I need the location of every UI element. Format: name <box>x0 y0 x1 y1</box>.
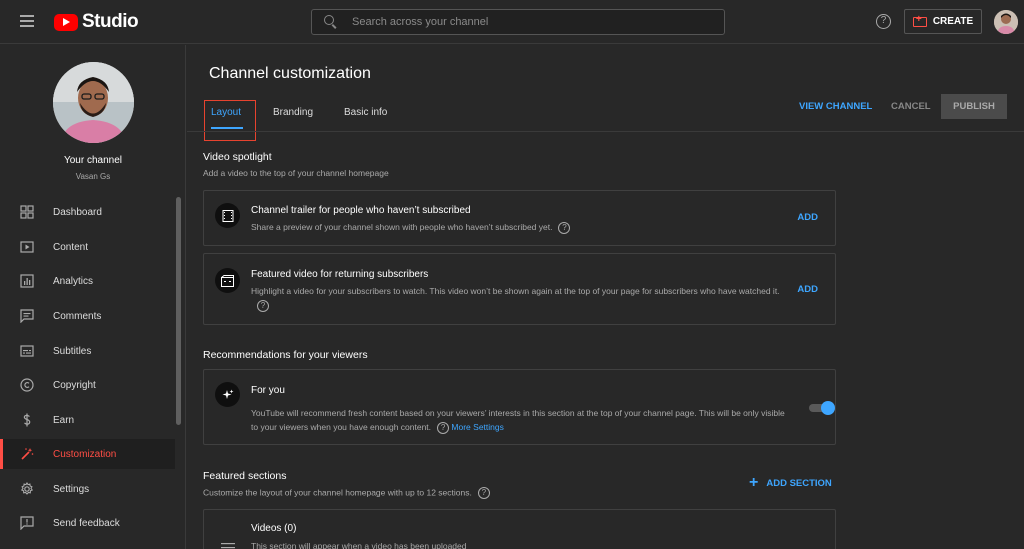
sidebar-item-label: Earn <box>53 414 75 426</box>
add-featured-video-button[interactable]: ADD <box>797 284 818 295</box>
top-bar: Studio ? CREATE <box>0 0 1024 44</box>
sidebar-item-label: Subtitles <box>53 345 92 357</box>
help-icon[interactable]: ? <box>437 421 450 434</box>
section-card-videos: Videos (0) This section will appear when… <box>203 509 836 549</box>
sidebar-item-label: Copyright <box>53 379 96 391</box>
sidebar-item-send-feedback[interactable]: Send feedback <box>0 508 175 538</box>
sidebar-item-label: Analytics <box>53 275 94 287</box>
add-section-button[interactable]: + ADD SECTION <box>749 474 832 491</box>
for-you-desc-row: YouTube will recommend fresh content bas… <box>251 406 786 434</box>
add-trailer-button[interactable]: ADD <box>797 212 818 223</box>
create-button[interactable]: CREATE <box>904 9 982 34</box>
sidebar-item-earn[interactable]: Earn <box>0 405 175 435</box>
active-tab-indicator <box>211 127 243 129</box>
youtube-logo-icon <box>54 13 78 31</box>
comments-icon <box>19 308 35 324</box>
copyright-icon <box>19 377 35 393</box>
sidebar-item-label: Send feedback <box>53 517 120 529</box>
app-name: Studio <box>82 11 139 32</box>
section-description: This section will appear when a video ha… <box>251 541 467 549</box>
search-input[interactable] <box>352 16 724 28</box>
tab-basic-info[interactable]: Basic info <box>344 107 387 118</box>
channel-trailer-card: Channel trailer for people who haven’t s… <box>203 190 836 246</box>
for-you-description: YouTube will recommend fresh content bas… <box>251 408 785 432</box>
create-label: CREATE <box>932 16 974 27</box>
cancel-button[interactable]: CANCEL <box>891 101 931 112</box>
recommendations-title: Recommendations for your viewers <box>203 349 368 361</box>
video-spotlight-title: Video spotlight <box>203 151 272 163</box>
sidebar-item-dashboard[interactable]: Dashboard <box>0 197 175 227</box>
featured-video-icon <box>215 268 240 293</box>
sparkle-icon <box>215 382 240 407</box>
view-channel-button[interactable]: VIEW CHANNEL <box>799 101 872 112</box>
add-section-label: ADD SECTION <box>766 477 832 489</box>
tabs-divider <box>187 131 1024 132</box>
sidebar-item-label: Customization <box>53 448 117 460</box>
publish-button[interactable]: PUBLISH <box>941 94 1007 119</box>
search-icon <box>324 15 338 29</box>
feedback-icon <box>19 515 35 531</box>
sidebar-item-customization[interactable]: Customization <box>0 439 175 469</box>
featured-video-card: Featured video for returning subscribers… <box>203 253 836 325</box>
more-settings-link[interactable]: More Settings <box>451 422 503 432</box>
subtitles-icon <box>19 343 35 359</box>
main-content: Channel customization Layout Branding Ba… <box>187 45 1024 549</box>
analytics-icon <box>19 273 35 289</box>
tab-layout[interactable]: Layout <box>211 107 241 118</box>
featured-sections-desc-row: Customize the layout of your channel hom… <box>203 487 490 499</box>
featured-video-desc-row: Highlight a video for your subscribers t… <box>251 284 796 312</box>
sidebar-item-label: Comments <box>53 310 102 322</box>
for-you-card: For you YouTube will recommend fresh con… <box>203 369 836 445</box>
sidebar: Your channel Vasan Gs Dashboard Content … <box>0 45 186 549</box>
search-box[interactable] <box>311 9 725 35</box>
channel-trailer-desc-row: Share a preview of your channel shown wi… <box>251 220 571 234</box>
toggle-knob <box>821 401 835 415</box>
page-title: Channel customization <box>209 65 371 82</box>
channel-title: Your channel <box>63 155 122 166</box>
menu-icon[interactable] <box>20 15 34 27</box>
sidebar-item-content[interactable]: Content <box>0 232 175 262</box>
section-title: Videos (0) <box>251 523 297 534</box>
sidebar-item-comments[interactable]: Comments <box>0 301 175 331</box>
featured-video-title: Featured video for returning subscribers <box>251 269 429 280</box>
sidebar-item-label: Content <box>53 241 89 253</box>
channel-name: Vasan Gs <box>75 172 111 181</box>
featured-sections-title: Featured sections <box>203 470 287 482</box>
film-strip-icon <box>215 203 240 228</box>
customization-icon <box>19 446 35 462</box>
drag-handle-icon[interactable] <box>221 536 235 549</box>
sidebar-item-analytics[interactable]: Analytics <box>0 266 175 296</box>
dashboard-icon <box>19 204 35 220</box>
video-spotlight-description: Add a video to the top of your channel h… <box>203 168 389 178</box>
settings-icon <box>19 481 35 497</box>
sidebar-item-subtitles[interactable]: Subtitles <box>0 336 175 366</box>
create-video-icon <box>912 14 927 27</box>
help-icon[interactable]: ? <box>876 14 891 29</box>
sidebar-item-label: Settings <box>53 483 90 495</box>
featured-video-description: Highlight a video for your subscribers t… <box>251 286 780 296</box>
sidebar-scrollbar[interactable] <box>176 197 181 425</box>
channel-trailer-title: Channel trailer for people who haven’t s… <box>251 205 471 216</box>
content-icon <box>19 239 35 255</box>
help-icon[interactable]: ? <box>477 487 490 499</box>
sidebar-item-copyright[interactable]: Copyright <box>0 370 175 400</box>
youtube-studio-logo[interactable]: Studio <box>54 11 139 33</box>
for-you-title: For you <box>251 385 285 396</box>
for-you-toggle[interactable] <box>809 401 835 415</box>
sidebar-item-settings[interactable]: Settings <box>0 474 175 504</box>
tab-branding[interactable]: Branding <box>273 107 313 118</box>
channel-avatar[interactable] <box>53 62 134 143</box>
help-icon[interactable]: ? <box>558 221 571 234</box>
featured-sections-description: Customize the layout of your channel hom… <box>203 487 472 498</box>
account-avatar[interactable] <box>994 10 1018 34</box>
channel-trailer-description: Share a preview of your channel shown wi… <box>251 222 553 232</box>
sidebar-item-label: Dashboard <box>53 206 102 218</box>
earn-icon <box>19 412 35 428</box>
help-icon[interactable]: ? <box>257 299 269 312</box>
plus-icon: + <box>749 474 759 491</box>
